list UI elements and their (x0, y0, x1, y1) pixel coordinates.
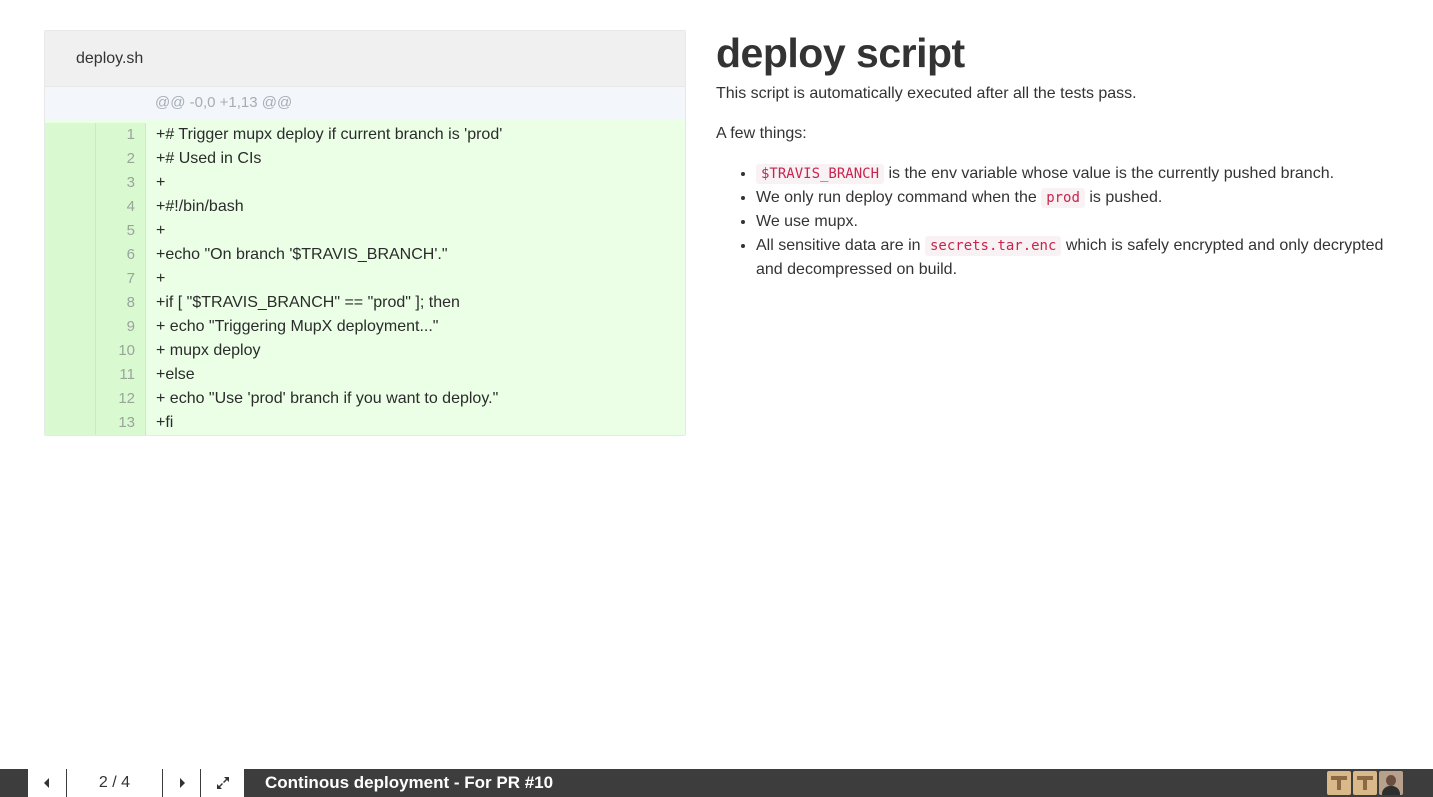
line-number: 9 (96, 315, 146, 339)
avatar[interactable] (1379, 771, 1403, 795)
inline-code: $TRAVIS_BRANCH (756, 164, 885, 184)
line-number: 1 (96, 123, 146, 147)
expand-icon (216, 777, 229, 789)
inline-code: secrets.tar.enc (924, 236, 1062, 256)
inline-code: prod (1041, 188, 1085, 208)
diff-filename: deploy.sh (76, 49, 144, 67)
line-number: 4 (96, 195, 146, 219)
next-slide-button[interactable] (163, 769, 201, 797)
diff-file-header: deploy.sh (45, 31, 685, 87)
diff-line: 12 + echo "Use 'prod' branch if you want … (45, 387, 685, 411)
fullscreen-button[interactable] (201, 769, 245, 797)
line-code: + (156, 174, 166, 191)
list-text: We only run deploy command when the (756, 189, 1042, 206)
tour-page: deploy.sh @@ -0,0 +1,13 @@ 1 +# Trigger m… (0, 0, 1433, 797)
diff-line: 3 + (45, 171, 685, 195)
line-number: 11 (96, 363, 146, 387)
hunk-gutter-old (45, 87, 96, 119)
line-code: +# Trigger mupx deploy if current branch… (156, 126, 503, 143)
list-item: We only run deploy command when the prod… (756, 186, 1396, 210)
avatar[interactable] (1327, 771, 1351, 795)
diff-line: 2 +# Used in CIs (45, 147, 685, 171)
notes-panel: deploy script This script is automatical… (716, 30, 1396, 282)
notes-subhead: A few things: (716, 125, 807, 142)
line-number: 2 (96, 147, 146, 171)
line-code: + echo "Triggering MupX deployment..." (156, 318, 439, 335)
line-code: +fi (156, 414, 174, 431)
caret-left-icon (44, 778, 49, 788)
slide-pager: 2 / 4 (67, 769, 163, 797)
prev-slide-button[interactable] (28, 769, 67, 797)
diff-line: 8 +if [ "$TRAVIS_BRANCH" == "prod" ]; the… (45, 291, 685, 315)
line-number: 10 (96, 339, 146, 363)
caret-right-icon (179, 778, 185, 788)
list-text: is pushed. (1084, 189, 1163, 206)
line-number: 7 (96, 267, 146, 291)
tour-title: Continous deployment - For PR #10 (265, 773, 554, 792)
line-number: 8 (96, 291, 146, 315)
avatar[interactable] (1353, 771, 1377, 795)
participants (1327, 769, 1433, 797)
diff-line: 13 +fi (45, 411, 685, 435)
diff-line: 10 + mupx deploy (45, 339, 685, 363)
line-number: 12 (96, 387, 146, 411)
line-number: 5 (96, 219, 146, 243)
diff-line: 4 +#!/bin/bash (45, 195, 685, 219)
tour-footer-bar: 2 / 4 Continous deployment - For PR #10 (0, 769, 1433, 797)
list-text: is the env variable whose value is the c… (884, 165, 1335, 182)
hunk-gutter-new (96, 87, 146, 119)
line-code: +else (156, 366, 195, 383)
list-text: All sensitive data are in (756, 237, 925, 254)
diff-line: 5 + (45, 219, 685, 243)
list-text: We use mupx. (756, 213, 858, 230)
list-item: $TRAVIS_BRANCH is the env variable whose… (756, 162, 1396, 186)
diff-line: 1 +# Trigger mupx deploy if current branc… (45, 123, 685, 147)
diff-panel: deploy.sh @@ -0,0 +1,13 @@ 1 +# Trigger m… (44, 30, 686, 436)
hunk-range: @@ -0,0 +1,13 @@ (155, 94, 293, 111)
line-number: 3 (96, 171, 146, 195)
diff-line: 6 +echo "On branch '$TRAVIS_BRANCH'." (45, 243, 685, 267)
line-code: + echo "Use 'prod' branch if you want to… (156, 390, 499, 407)
line-code: + (156, 270, 166, 287)
line-code: +if [ "$TRAVIS_BRANCH" == "prod" ]; then (156, 294, 460, 311)
diff-hunk-header: @@ -0,0 +1,13 @@ (45, 87, 685, 119)
diff-line: 9 + echo "Triggering MupX deployment..." (45, 315, 685, 339)
diff-line: 11 +else (45, 363, 685, 387)
list-item: We use mupx. (756, 210, 1396, 234)
line-number: 6 (96, 243, 146, 267)
line-code: + (156, 222, 166, 239)
diff-lines: 1 +# Trigger mupx deploy if current branc… (45, 119, 685, 435)
notes-title: deploy script (716, 30, 965, 76)
notes-list: $TRAVIS_BRANCH is the env variable whose… (716, 162, 1396, 282)
diff-line: 7 + (45, 267, 685, 291)
line-code: +# Used in CIs (156, 150, 262, 167)
line-code: + mupx deploy (156, 342, 261, 359)
line-code: +echo "On branch '$TRAVIS_BRANCH'." (156, 246, 448, 263)
notes-intro: This script is automatically executed af… (716, 85, 1137, 102)
line-code: +#!/bin/bash (156, 198, 244, 215)
list-item: All sensitive data are in secrets.tar.en… (756, 234, 1396, 282)
line-number: 13 (96, 411, 146, 435)
